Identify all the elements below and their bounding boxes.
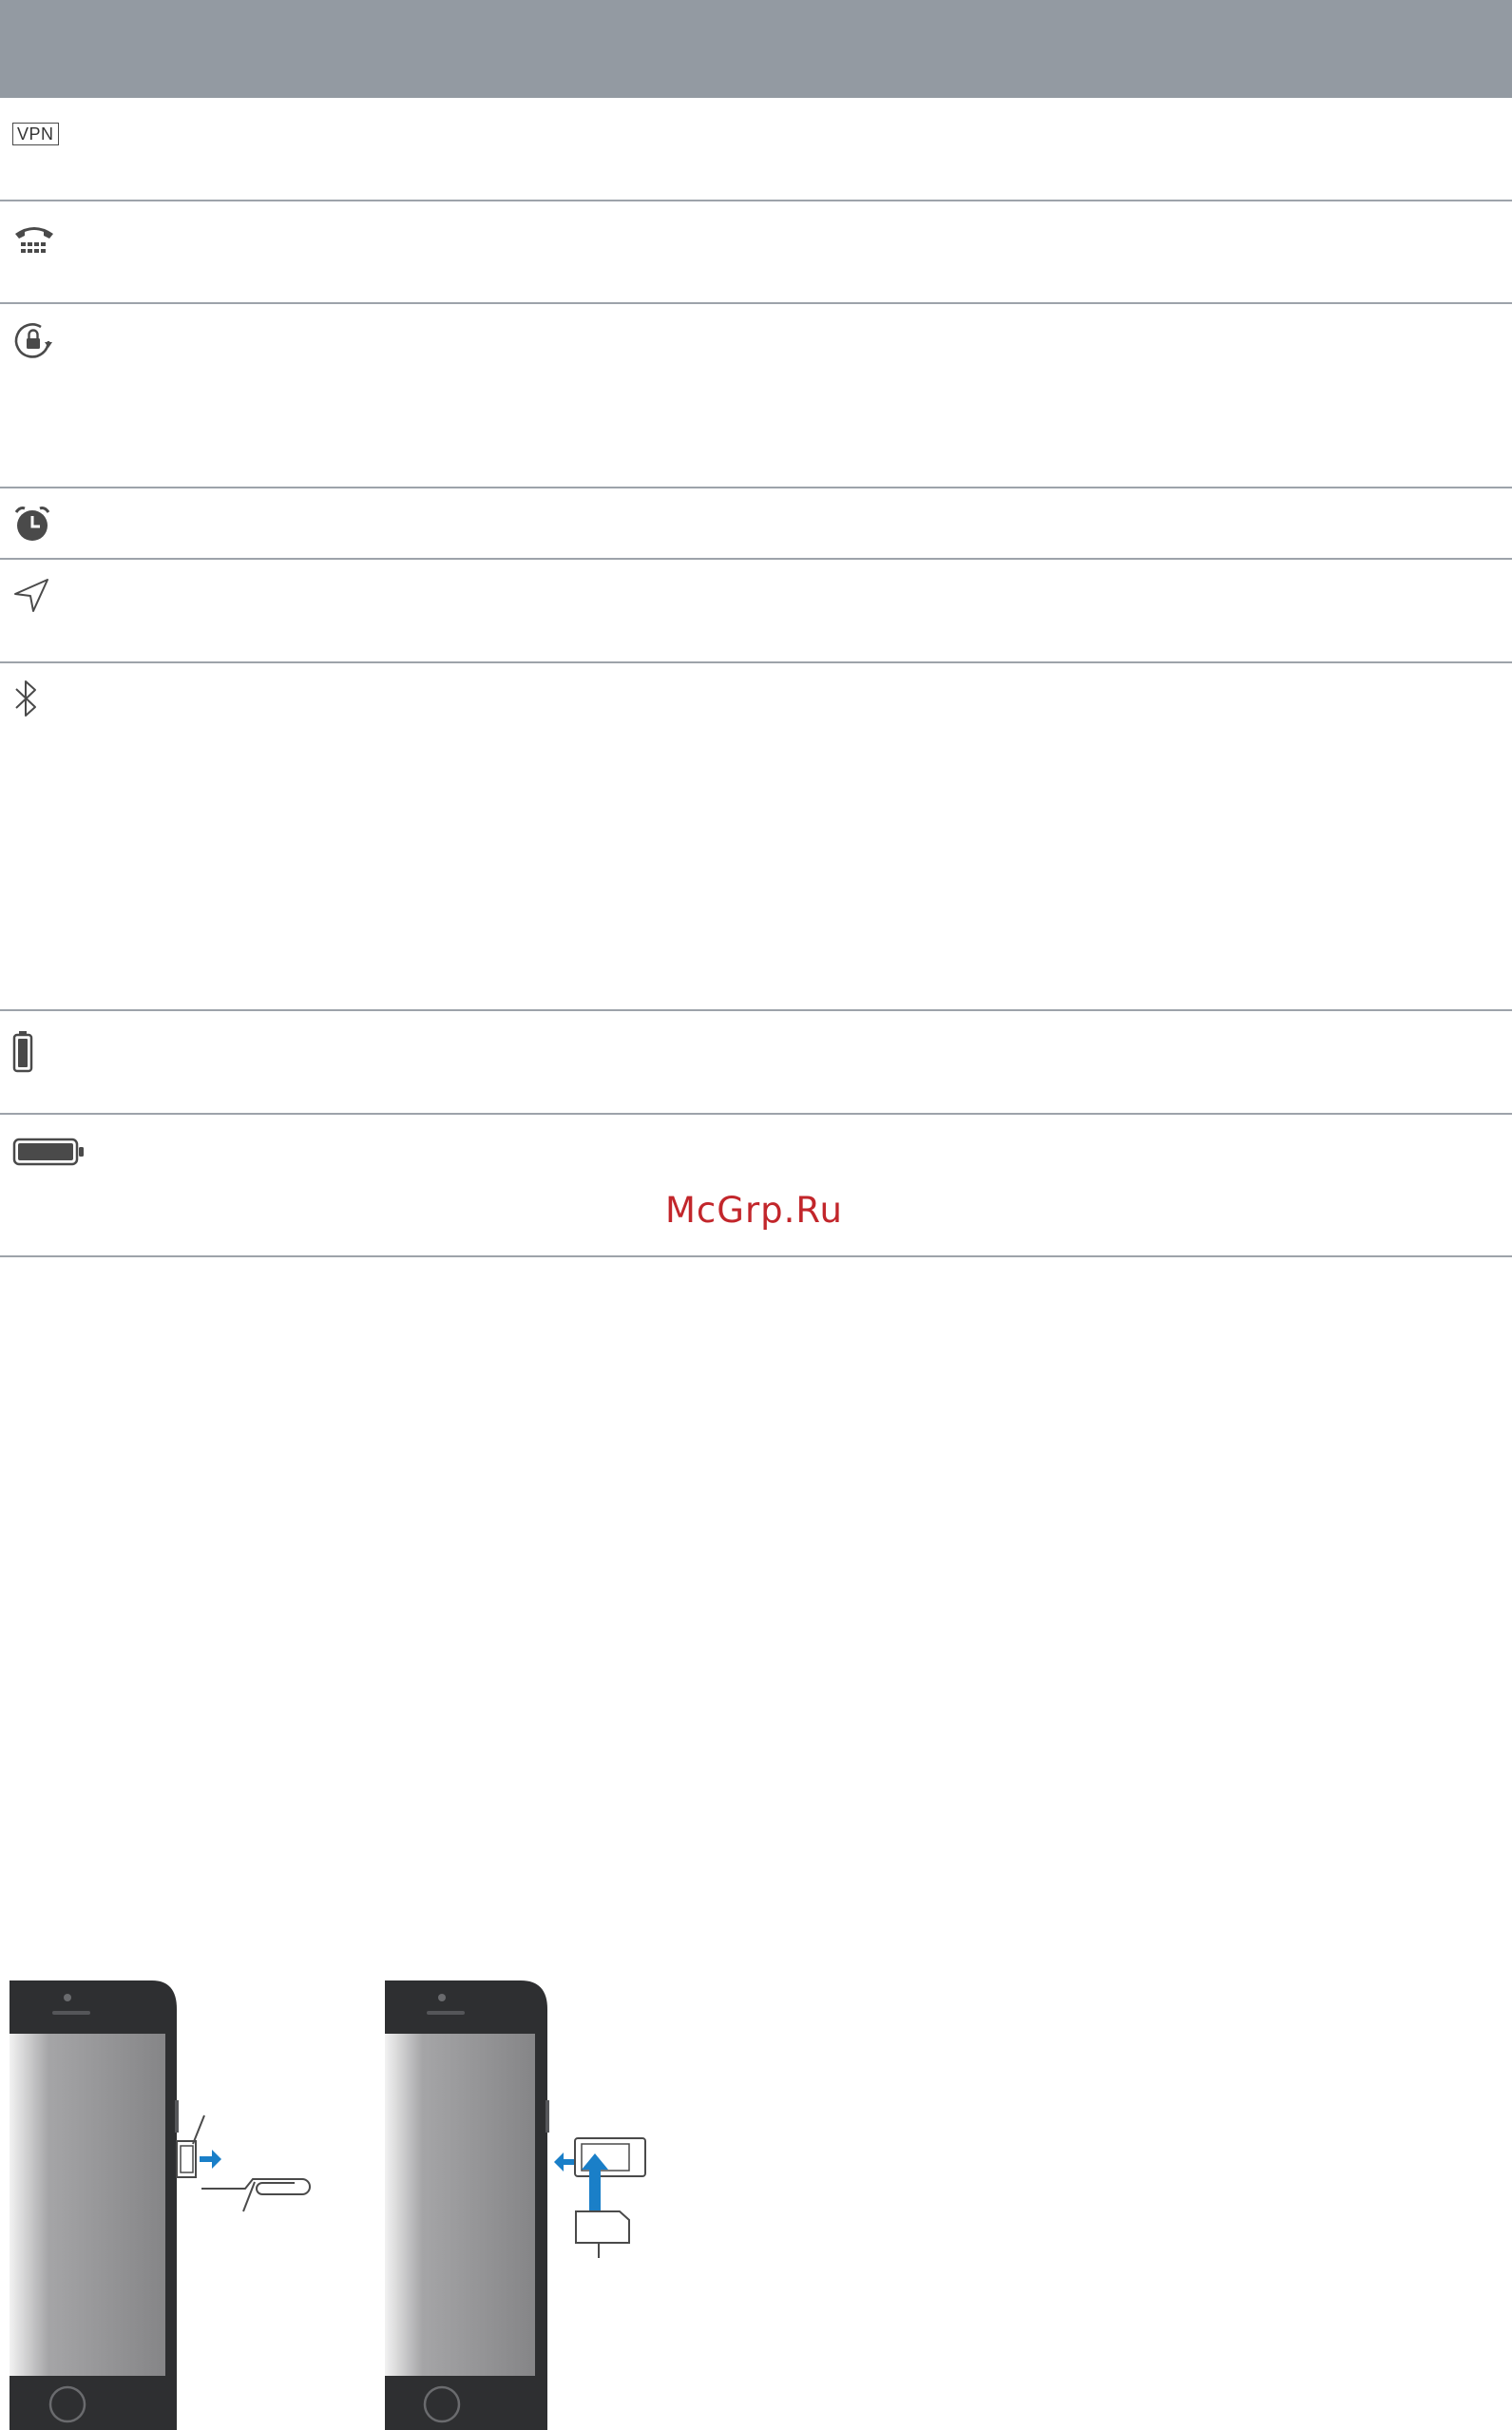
table-row-orientation-lock (0, 304, 1512, 488)
vpn-icon-label: VPN (12, 123, 59, 145)
table-row-alarm (0, 488, 1512, 560)
phone-left (10, 1980, 311, 2430)
table-row-bluetooth (0, 663, 1512, 1011)
watermark: McGrp.Ru (665, 1190, 843, 1231)
tty-icon (12, 222, 56, 265)
location-services-icon (12, 577, 50, 620)
vpn-icon: VPN (12, 123, 59, 145)
alarm-icon (12, 504, 52, 548)
battery-icon (12, 1138, 85, 1171)
bluetooth-icon (12, 677, 41, 725)
table-header-bar (0, 0, 1512, 98)
phone-right (385, 1980, 646, 2430)
orientation-lock-icon (12, 319, 56, 368)
sim-card-illustration (10, 1980, 646, 2430)
table-row-vpn: VPN (0, 98, 1512, 201)
table-row-battery (0, 1115, 1512, 1257)
table-row-bluetooth-battery (0, 1011, 1512, 1115)
table-row-tty (0, 201, 1512, 304)
status-icons-table: VPN (0, 98, 1512, 1257)
bluetooth-battery-icon (12, 1030, 33, 1079)
table-row-location-services (0, 560, 1512, 663)
